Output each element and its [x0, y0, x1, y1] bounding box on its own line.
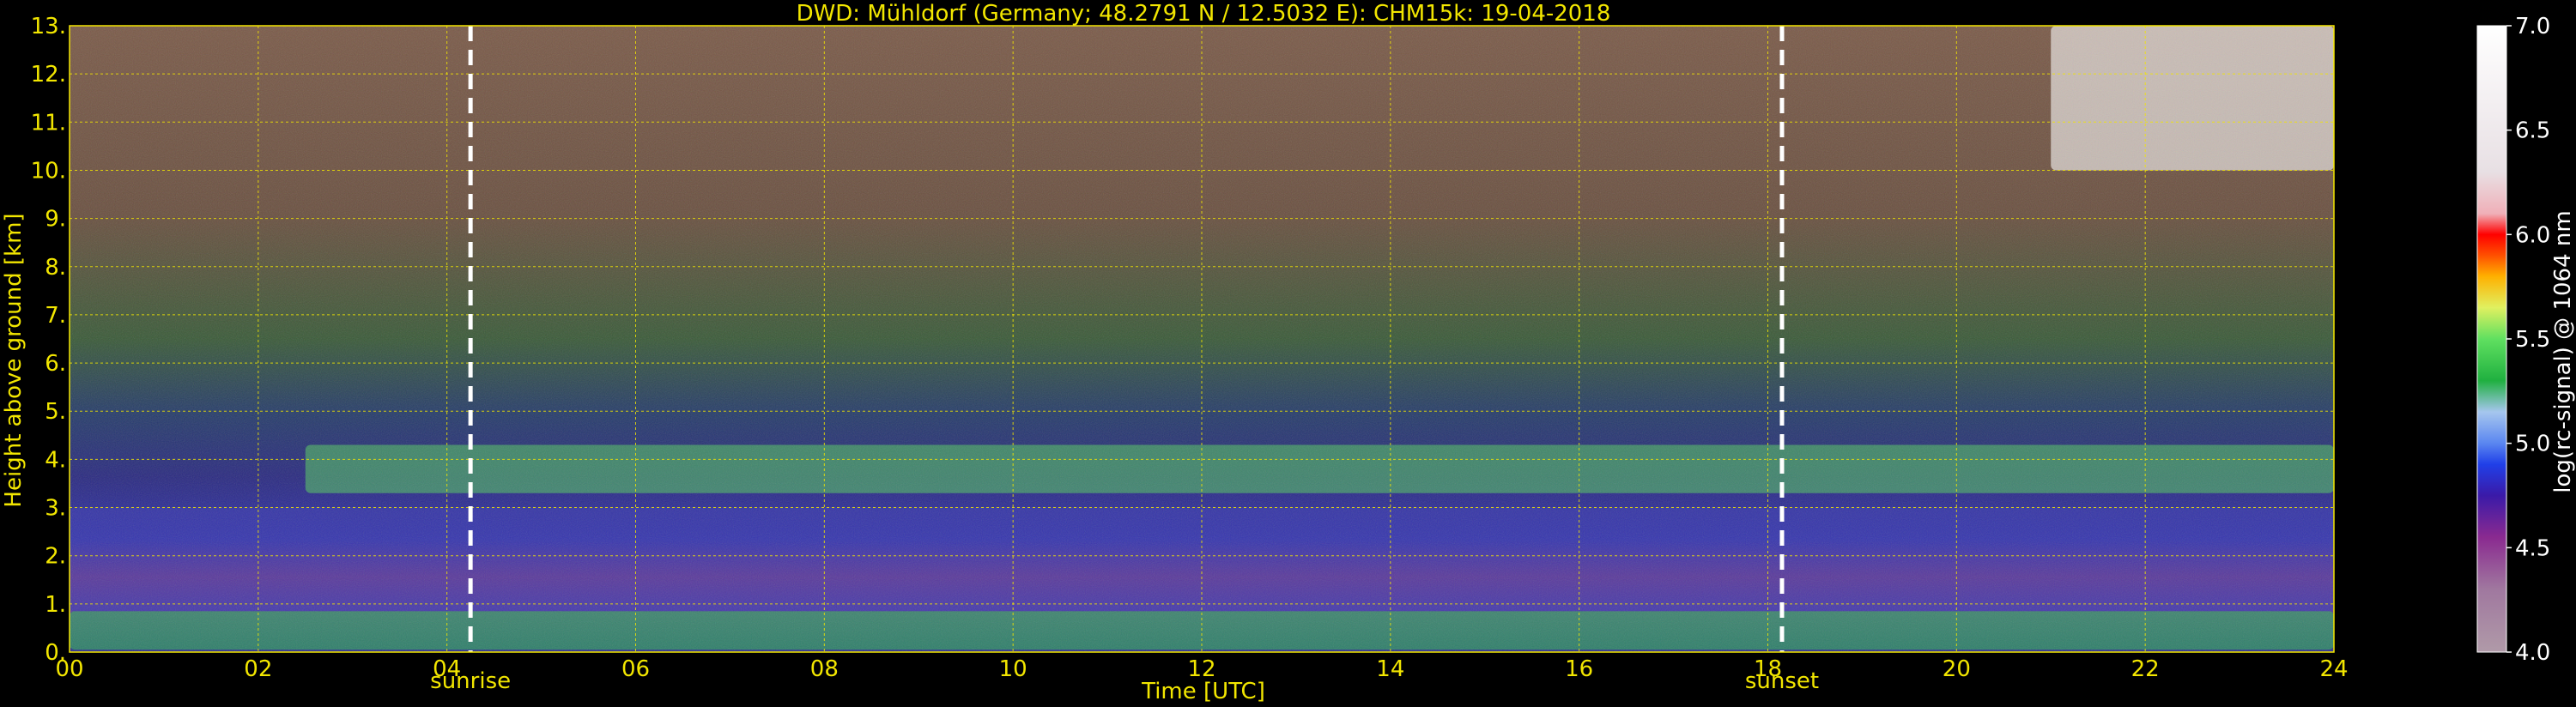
lidar-chart: sunrise sunset 00 02 04 06 08 10 12 14 16 18 20 22 24… [1, 1, 2576, 704]
y-tick-label: 11. [31, 110, 66, 136]
colorbar-tick-label: 6.5 [2515, 118, 2550, 144]
x-tick-label: 22 [2131, 656, 2160, 682]
colorbar-gradient [2477, 26, 2506, 652]
y-tick-label: 1. [45, 592, 66, 618]
y-axis-label: Height above ground [km] [1, 213, 27, 507]
x-tick-label: 18 [1754, 656, 1782, 682]
y-axis: 0. 1. 2. 3. 4. 5. 6. 7. 8. 9. 10. 11. 12. 13. [31, 14, 66, 666]
y-tick-label: 3. [45, 496, 66, 522]
y-tick-label: 8. [45, 255, 66, 281]
y-tick-label: 4. [45, 447, 66, 473]
y-tick-label: 7. [45, 303, 66, 329]
colorbar: 4.0 4.5 5.0 5.5 6.0 6.5 7.0 [2476, 14, 2550, 666]
y-tick-label: 6. [45, 351, 66, 377]
x-tick-label: 20 [1943, 656, 1971, 682]
x-tick-label: 16 [1565, 656, 1593, 682]
y-tick-label: 0. [45, 640, 66, 666]
colorbar-tick-label: 4.0 [2515, 640, 2550, 666]
y-tick-label: 10. [31, 158, 66, 184]
x-tick-label: 24 [2319, 656, 2348, 682]
x-tick-label: 06 [621, 656, 650, 682]
y-tick-label: 13. [31, 14, 66, 39]
colorbar-tick-label: 4.5 [2515, 535, 2550, 561]
x-tick-label: 08 [810, 656, 839, 682]
y-tick-label: 12. [31, 62, 66, 88]
x-tick-label: 10 [999, 656, 1027, 682]
x-tick-label: 14 [1376, 656, 1404, 682]
y-tick-label: 9. [45, 207, 66, 233]
colorbar-tick-label: 7.0 [2515, 14, 2550, 39]
x-tick-label: 04 [433, 656, 461, 682]
x-tick-label: 02 [244, 656, 272, 682]
chart-title: DWD: Mühldorf (Germany; 48.2791 N / 12.5… [797, 1, 1611, 27]
colorbar-label: log(rc-signal) @ 1064 nm [2550, 210, 2576, 492]
y-tick-label: 2. [45, 544, 66, 570]
y-tick-label: 5. [45, 399, 66, 425]
colorbar-tick-label: 5.5 [2515, 327, 2550, 353]
colorbar-tick-label: 6.0 [2515, 222, 2550, 248]
colorbar-tick-label: 5.0 [2515, 432, 2550, 457]
x-axis-label: Time [UTC] [1141, 679, 1265, 704]
